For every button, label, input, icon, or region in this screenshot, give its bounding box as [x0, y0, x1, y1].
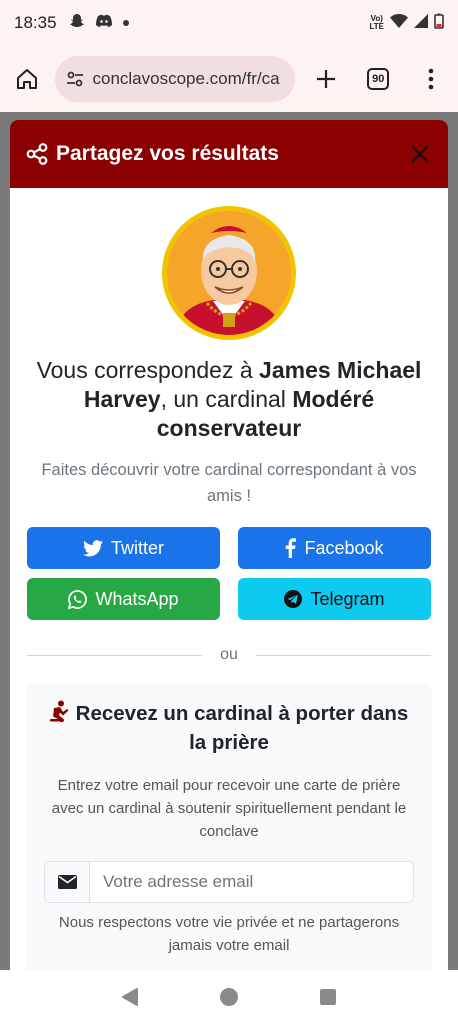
- telegram-icon: [284, 590, 303, 608]
- divider-text: ou: [220, 646, 238, 663]
- more-vert-icon: [428, 68, 434, 90]
- divider-line: [255, 654, 432, 656]
- email-input[interactable]: [90, 862, 413, 902]
- share-buttons: Twitter Facebook WhatsApp Telegram: [10, 527, 448, 620]
- telegram-share-button[interactable]: Telegram: [238, 578, 431, 620]
- facebook-icon: [286, 538, 297, 558]
- whatsapp-icon: [68, 589, 88, 609]
- notification-dot-icon: [122, 20, 129, 26]
- share-modal: Partagez vos résultats Vous correspondez…: [10, 120, 448, 970]
- close-button[interactable]: [406, 140, 434, 168]
- email-addon: [45, 862, 90, 902]
- status-time: 18:35: [14, 13, 57, 32]
- recents-square-icon: [320, 989, 337, 1005]
- modal-header: Partagez vos résultats: [10, 120, 448, 188]
- whatsapp-share-button[interactable]: WhatsApp: [27, 578, 220, 620]
- status-bar: 18:35 Vo) LTE: [0, 0, 458, 46]
- facebook-share-button[interactable]: Facebook: [238, 527, 431, 569]
- back-triangle-icon: [121, 988, 138, 1006]
- prayer-card: Recevez un cardinal à porter dans la pri…: [26, 684, 432, 970]
- url-bar[interactable]: conclavoscope.com/fr/ca: [54, 56, 295, 102]
- tab-count: 90: [367, 68, 390, 90]
- prayer-description: Entrez votre email pour recevoir une car…: [51, 777, 407, 840]
- close-icon: [411, 145, 429, 163]
- menu-button[interactable]: [414, 61, 449, 97]
- recents-button[interactable]: [308, 977, 348, 1017]
- snapchat-icon: [69, 13, 85, 34]
- discord-icon: [95, 14, 113, 33]
- or-divider: ou: [10, 646, 448, 664]
- divider-line: [27, 654, 203, 656]
- back-button[interactable]: [110, 977, 150, 1017]
- envelope-icon: [57, 875, 77, 889]
- prayer-title: Recevez un cardinal à porter dans la pri…: [44, 700, 414, 756]
- share-subtitle: Faites découvrir votre cardinal correspo…: [41, 461, 417, 505]
- share-icon: [26, 143, 48, 165]
- home-circle-icon: [219, 988, 238, 1006]
- battery-icon: [434, 13, 444, 34]
- browser-toolbar: conclavoscope.com/fr/ca 90: [0, 46, 458, 112]
- home-nav-button[interactable]: [209, 977, 249, 1017]
- tabs-button[interactable]: 90: [361, 61, 396, 97]
- volte-icon: Vo) LTE: [369, 14, 384, 31]
- match-result: Vous correspondez à James Michael Harvey…: [36, 357, 422, 441]
- cardinal-avatar: [167, 211, 291, 335]
- site-settings-icon[interactable]: [65, 69, 85, 89]
- signal-icon: [414, 13, 428, 33]
- twitter-icon: [82, 539, 103, 556]
- twitter-share-button[interactable]: Twitter: [27, 527, 220, 569]
- email-input-group: [44, 861, 414, 903]
- home-icon: [17, 69, 38, 89]
- wifi-icon: [390, 13, 408, 33]
- privacy-note: Nous respectons votre vie privée et ne p…: [58, 914, 400, 954]
- praying-icon: [49, 700, 70, 729]
- avatar-ring: [162, 206, 296, 340]
- plus-icon: [316, 70, 335, 88]
- system-nav-bar: [0, 970, 458, 1024]
- modal-title: Partagez vos résultats: [56, 142, 279, 165]
- home-button[interactable]: [10, 61, 45, 97]
- new-tab-button[interactable]: [309, 61, 344, 97]
- url-text: conclavoscope.com/fr/ca: [92, 69, 280, 88]
